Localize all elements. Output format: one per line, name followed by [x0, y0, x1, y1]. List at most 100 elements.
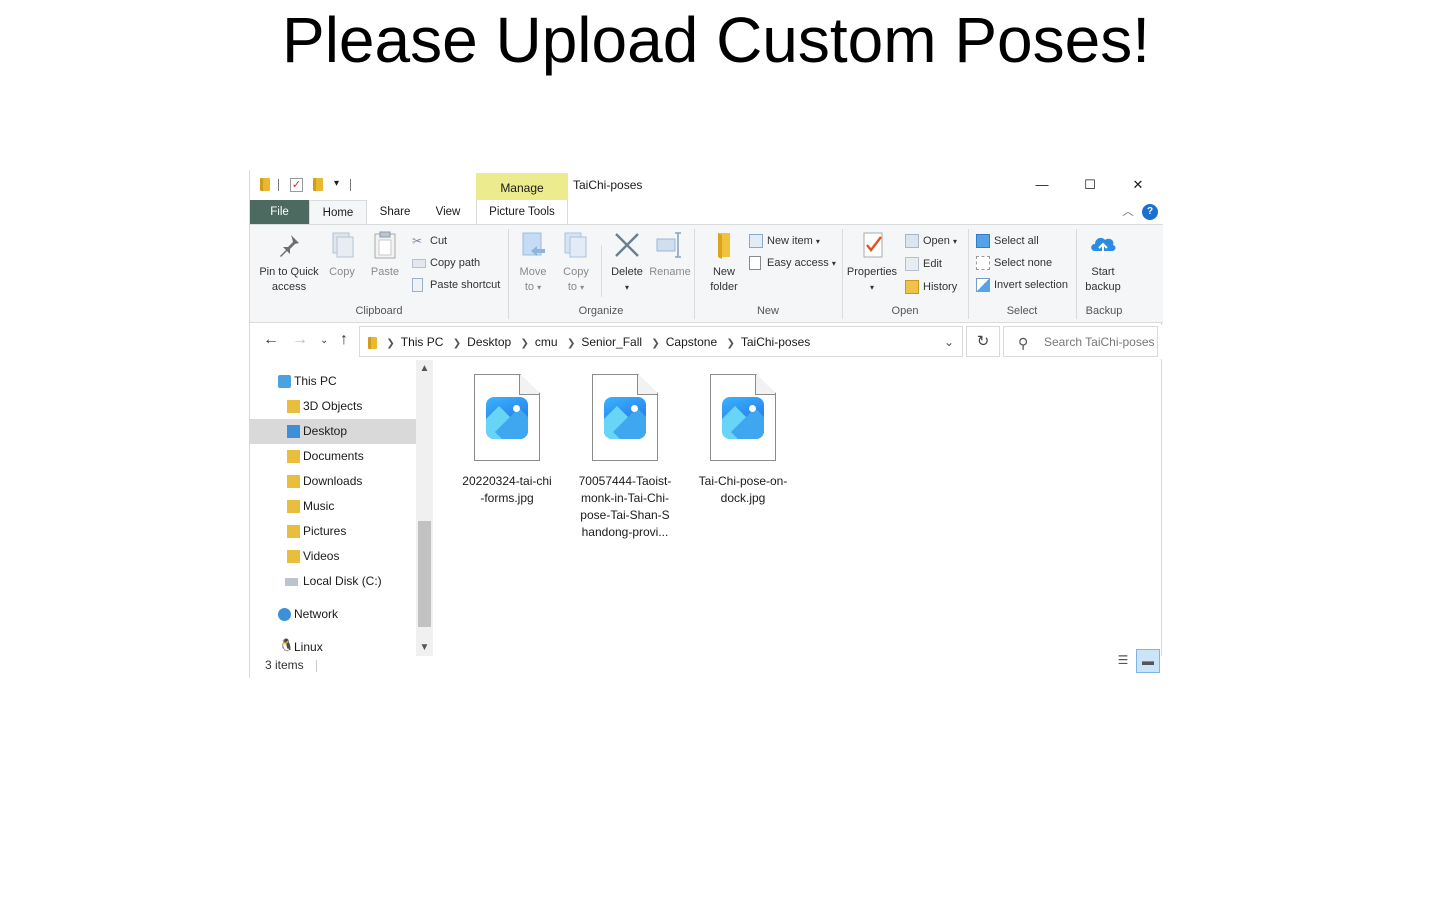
help-icon[interactable]: ? [1142, 204, 1158, 220]
minimize-button[interactable]: — [1019, 170, 1065, 200]
forward-arrow-icon[interactable]: → [292, 331, 308, 349]
sidebar-item-label: 3D Objects [303, 399, 363, 413]
move-to-button[interactable]: Move to ▾ [514, 229, 552, 295]
sidebar-item-label: Network [294, 607, 339, 621]
breadcrumb-this-pc[interactable]: This PC [401, 335, 444, 349]
sidebar-item-pictures[interactable]: Pictures [250, 519, 416, 544]
breadcrumb-separator[interactable]: ❯ [386, 338, 394, 349]
status-bar: 3 items ☰ ▬ [250, 649, 1163, 678]
sidebar-item-label: Desktop [303, 424, 348, 438]
cut-button[interactable]: ✂ Cut [412, 231, 447, 251]
copy-button[interactable]: Copy [324, 229, 360, 280]
clipboard-icon [369, 229, 401, 261]
new-item-icon [749, 234, 763, 248]
invert-selection-button[interactable]: Invert selection [976, 275, 1068, 295]
sidebar-item-downloads[interactable]: Downloads [250, 469, 416, 494]
select-all-label: Select all [994, 235, 1039, 247]
edit-button[interactable]: Edit [905, 254, 942, 274]
start-backup-label-1: Start [1091, 266, 1115, 278]
up-arrow-icon[interactable]: ↑ [340, 331, 348, 349]
select-all-button[interactable]: Select all [976, 231, 1039, 251]
large-icons-view-icon[interactable]: ▬ [1136, 649, 1160, 673]
tab-picture-tools[interactable]: Picture Tools [476, 200, 568, 224]
breadcrumb: ❯ This PC ❯ Desktop ❯ cmu ❯ Senior_Fall ❯ Cap… [368, 327, 810, 359]
title-bar: ✓ ▾ Manage TaiChi-poses — ☐ ✕ [250, 170, 1163, 200]
paste-shortcut-icon [412, 278, 423, 292]
rename-button[interactable]: Rename [648, 229, 692, 280]
sidebar-item-linux[interactable]: 🐧 Linux [250, 635, 416, 656]
history-button[interactable]: History [905, 277, 957, 297]
start-backup-button[interactable]: Start backup [1080, 229, 1126, 295]
refresh-button[interactable]: ↻ [966, 326, 1000, 357]
sidebar-item-videos[interactable]: Videos [250, 544, 416, 569]
sidebar-item-this-pc[interactable]: This PC [250, 369, 416, 394]
properties-quick-icon[interactable]: ✓ [290, 178, 303, 192]
history-label: History [923, 281, 958, 293]
maximize-button[interactable]: ☐ [1067, 170, 1113, 200]
breadcrumb-separator[interactable]: ❯ [726, 338, 734, 349]
scroll-down-icon[interactable]: ▼ [416, 639, 433, 656]
new-item-button[interactable]: New item ▾ [749, 231, 820, 251]
address-dropdown-chevron-icon[interactable]: ⌄ [944, 327, 954, 357]
breadcrumb-separator[interactable]: ❯ [651, 338, 659, 349]
open-button[interactable]: Open ▾ [905, 231, 957, 251]
paste-button[interactable]: Paste [365, 229, 405, 280]
properties-button[interactable]: Properties ▾ [846, 229, 898, 295]
copy-to-button[interactable]: Copy to ▾ [557, 229, 595, 295]
paste-shortcut-button[interactable]: Paste shortcut [412, 275, 500, 295]
recent-locations-chevron-icon[interactable]: ⌄ [320, 335, 328, 346]
address-bar[interactable]: ❯ This PC ❯ Desktop ❯ cmu ❯ Senior_Fall ❯ Cap… [359, 326, 963, 357]
delete-button[interactable]: Delete ▾ [606, 229, 648, 295]
new-folder-quick-icon[interactable] [313, 178, 323, 191]
scrollbar-thumb[interactable] [418, 521, 431, 627]
close-button[interactable]: ✕ [1115, 170, 1161, 200]
invert-selection-icon [976, 278, 990, 292]
tab-share[interactable]: Share [370, 200, 420, 224]
file-item[interactable]: Tai-Chi-pose-on-dock.jpg [687, 374, 799, 507]
new-folder-button[interactable]: New folder [702, 229, 746, 295]
breadcrumb-taichi-poses[interactable]: TaiChi-poses [741, 335, 810, 349]
image-file-icon [592, 374, 658, 461]
easy-access-button[interactable]: Easy access ▾ [749, 253, 836, 273]
select-none-button[interactable]: Select none [976, 253, 1052, 273]
tab-file[interactable]: File [250, 200, 309, 224]
breadcrumb-senior-fall[interactable]: Senior_Fall [581, 335, 642, 349]
details-view-icon[interactable]: ☰ [1111, 649, 1135, 673]
tab-manage[interactable]: Manage [476, 173, 568, 200]
history-icon [905, 280, 919, 294]
open-group-label: Open [891, 305, 919, 317]
sidebar-item-documents[interactable]: Documents [250, 444, 416, 469]
back-arrow-icon[interactable]: ← [263, 331, 279, 349]
collapse-ribbon-icon[interactable]: ︿ [1118, 200, 1138, 224]
clipboard-group-label: Clipboard [355, 305, 403, 317]
sidebar-scrollbar[interactable]: ▲ ▼ [416, 360, 433, 656]
customize-quick-access-icon[interactable]: ▾ [334, 178, 339, 192]
file-item[interactable]: 20220324-tai-chi -forms.jpg [451, 374, 563, 507]
sidebar-item-3d-objects[interactable]: 3D Objects [250, 394, 416, 419]
easy-access-label: Easy access [767, 257, 829, 269]
breadcrumb-desktop[interactable]: Desktop [467, 335, 511, 349]
tab-home[interactable]: Home [309, 200, 367, 224]
file-item[interactable]: 70057444-Taoist-monk-in-Tai-Chi-pose-Tai… [569, 374, 681, 541]
navigation-bar: ← → ⌄ ↑ ❯ This PC ❯ Desktop ❯ cmu ❯ Senior_F… [250, 325, 1163, 359]
search-box[interactable]: ⚲ Search TaiChi-poses [1003, 326, 1158, 357]
breadcrumb-cmu[interactable]: cmu [535, 335, 558, 349]
cut-label: Cut [430, 235, 448, 247]
breadcrumb-separator[interactable]: ❯ [567, 338, 575, 349]
scroll-up-icon[interactable]: ▲ [416, 360, 433, 377]
image-file-icon [474, 374, 540, 461]
breadcrumb-capstone[interactable]: Capstone [666, 335, 717, 349]
sidebar-item-music[interactable]: Music [250, 494, 416, 519]
sidebar-item-desktop[interactable]: Desktop [250, 419, 416, 444]
breadcrumb-separator[interactable]: ❯ [521, 338, 529, 349]
sidebar-item-network[interactable]: Network [250, 602, 416, 627]
breadcrumb-separator[interactable]: ❯ [453, 338, 461, 349]
ribbon-tabs: File Home Share View Picture Tools ︿ ? [250, 200, 1163, 224]
sidebar-item-local-disk[interactable]: Local Disk (C:) [250, 569, 416, 594]
tab-view[interactable]: View [424, 200, 472, 224]
computer-icon [278, 375, 291, 388]
copy-path-button[interactable]: Copy path [412, 253, 480, 273]
desktop-folder-icon [287, 425, 300, 438]
divider [316, 660, 317, 672]
pin-to-quick-access-button[interactable]: Pin to Quick access [256, 229, 322, 295]
